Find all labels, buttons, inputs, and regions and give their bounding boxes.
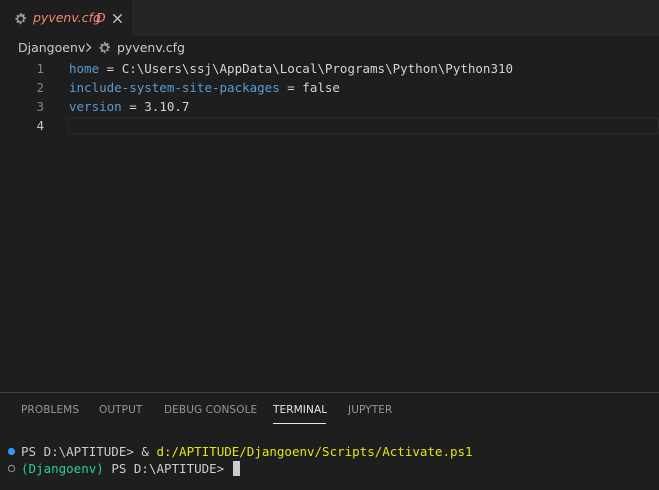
tab-status-flag: D — [96, 10, 106, 25]
terminal-prompt: PS D:\APTITUDE> — [103, 461, 232, 476]
config-key: version — [69, 99, 122, 114]
tab-debug-console[interactable]: DEBUG CONSOLE — [164, 404, 257, 416]
config-operator: = — [279, 80, 303, 95]
gear-icon — [99, 41, 110, 54]
config-value: 3.10.7 — [144, 99, 190, 114]
config-operator: = — [121, 99, 145, 114]
command-success-dot-icon — [7, 447, 16, 456]
terminal-venv-name: (Djangoenv) — [21, 461, 104, 476]
line-number: 2 — [36, 80, 44, 95]
line-number: 1 — [36, 61, 44, 76]
tab-filename: pyvenv.cfg — [33, 10, 101, 25]
code-line: 1 home = C:\Users\ssj\AppData\Local\Prog… — [0, 59, 659, 78]
terminal-cursor — [232, 461, 240, 476]
terminal-command: d:/APTITUDE/Djangoenv/Scripts/Activate.p… — [156, 444, 473, 459]
command-pending-dot-icon — [7, 464, 16, 473]
terminal-prompt: PS D:\APTITUDE> — [21, 444, 142, 459]
code-editor[interactable]: 1 home = C:\Users\ssj\AppData\Local\Prog… — [0, 58, 659, 392]
gear-icon — [15, 12, 26, 25]
config-key: include-system-site-packages — [69, 80, 280, 95]
terminal-line: PS D:\APTITUDE> & d:/APTITUDE/Djangoenv/… — [0, 443, 659, 460]
code-text: include-system-site-packages = false — [69, 78, 340, 97]
editor-tab-pyvenv[interactable]: pyvenv.cfg D — [0, 0, 132, 36]
vscode-window: pyvenv.cfg D Djangoenv pyvenv.cfg 1 home… — [0, 0, 659, 490]
tab-problems[interactable]: PROBLEMS — [21, 404, 79, 416]
chevron-right-icon — [86, 43, 92, 52]
config-value: false — [302, 80, 340, 95]
line-number: 4 — [36, 118, 44, 133]
tab-jupyter[interactable]: JUPYTER — [348, 404, 392, 416]
terminal-text[interactable]: (Djangoenv) PS D:\APTITUDE> — [21, 460, 240, 477]
editor-tab-bar: pyvenv.cfg D — [0, 0, 659, 36]
tab-terminal[interactable]: TERMINAL — [273, 404, 327, 416]
breadcrumb-file[interactable]: pyvenv.cfg — [117, 40, 185, 55]
code-line: 3 version = 3.10.7 — [0, 97, 659, 116]
terminal-text: PS D:\APTITUDE> & d:/APTITUDE/Djangoenv/… — [21, 443, 473, 460]
terminal-line: (Djangoenv) PS D:\APTITUDE> — [0, 460, 659, 477]
config-value: C:\Users\ssj\AppData\Local\Programs\Pyth… — [121, 61, 514, 76]
close-icon[interactable] — [112, 13, 123, 24]
code-line: 2 include-system-site-packages = false — [0, 78, 659, 97]
active-tab-indicator — [273, 423, 326, 424]
line-number: 3 — [36, 99, 44, 114]
code-text: version = 3.10.7 — [69, 97, 189, 116]
config-operator: = — [99, 61, 122, 76]
tab-output[interactable]: OUTPUT — [99, 404, 142, 416]
terminal-amp: & — [141, 444, 157, 459]
breadcrumb-folder[interactable]: Djangoenv — [18, 40, 85, 55]
code-line: 4 — [0, 116, 659, 135]
code-text: home = C:\Users\ssj\AppData\Local\Progra… — [69, 59, 513, 78]
config-key: home — [69, 61, 100, 76]
